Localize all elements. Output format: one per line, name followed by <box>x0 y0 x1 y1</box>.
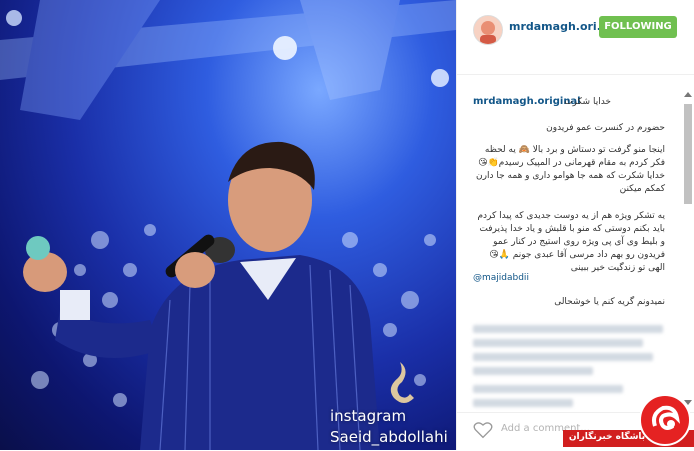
profile-avatar-icon <box>474 16 502 44</box>
post-username[interactable]: mrdamagh.ori... <box>509 20 609 33</box>
caption-paragraph-1: اینجا منو گرفت تو دستاش و برد بالا 🙈 یه … <box>476 145 665 194</box>
news-agency-badge: باشگاه خبرنگاران <box>563 392 694 450</box>
scrollbar[interactable] <box>683 92 693 412</box>
blurred-comment <box>473 367 593 375</box>
blurred-comment <box>473 399 573 407</box>
avatar[interactable] <box>473 15 503 45</box>
caption-mention-link[interactable]: @majidabdii <box>473 273 529 283</box>
caption-paragraph-2: یه تشکر ویژه هم از یه دوست جدیدی که پیدا… <box>477 211 665 273</box>
news-agency-logo-icon <box>639 394 691 446</box>
following-button[interactable]: FOLLOWING <box>599 16 677 38</box>
scroll-up-arrow-icon[interactable] <box>684 92 692 97</box>
concert-photo-illustration <box>0 0 456 450</box>
blurred-comment <box>473 339 643 347</box>
caption-last-line: نمیدونم گریه کنم یا خوشحالی <box>554 297 665 307</box>
watermark-handle: Saeid_abdollahi <box>330 428 448 446</box>
heart-icon[interactable] <box>473 421 493 439</box>
scrollbar-thumb[interactable] <box>684 104 692 204</box>
post-side-panel: mrdamagh.ori... FOLLOWING mrdamagh.origi… <box>456 0 694 450</box>
post-header: mrdamagh.ori... FOLLOWING <box>457 0 694 75</box>
badge-text: باشگاه خبرنگاران <box>568 432 646 442</box>
watermark-instagram: instagram <box>330 407 407 425</box>
blurred-comment <box>473 325 663 333</box>
post-photo[interactable]: instagram Saeid_abdollahi <box>0 0 456 450</box>
caption-first-line: خدایا شکرت <box>564 97 611 107</box>
blurred-comment <box>473 353 653 361</box>
caption-line: حضورم در کنسرت عمو فریدون <box>546 123 665 133</box>
